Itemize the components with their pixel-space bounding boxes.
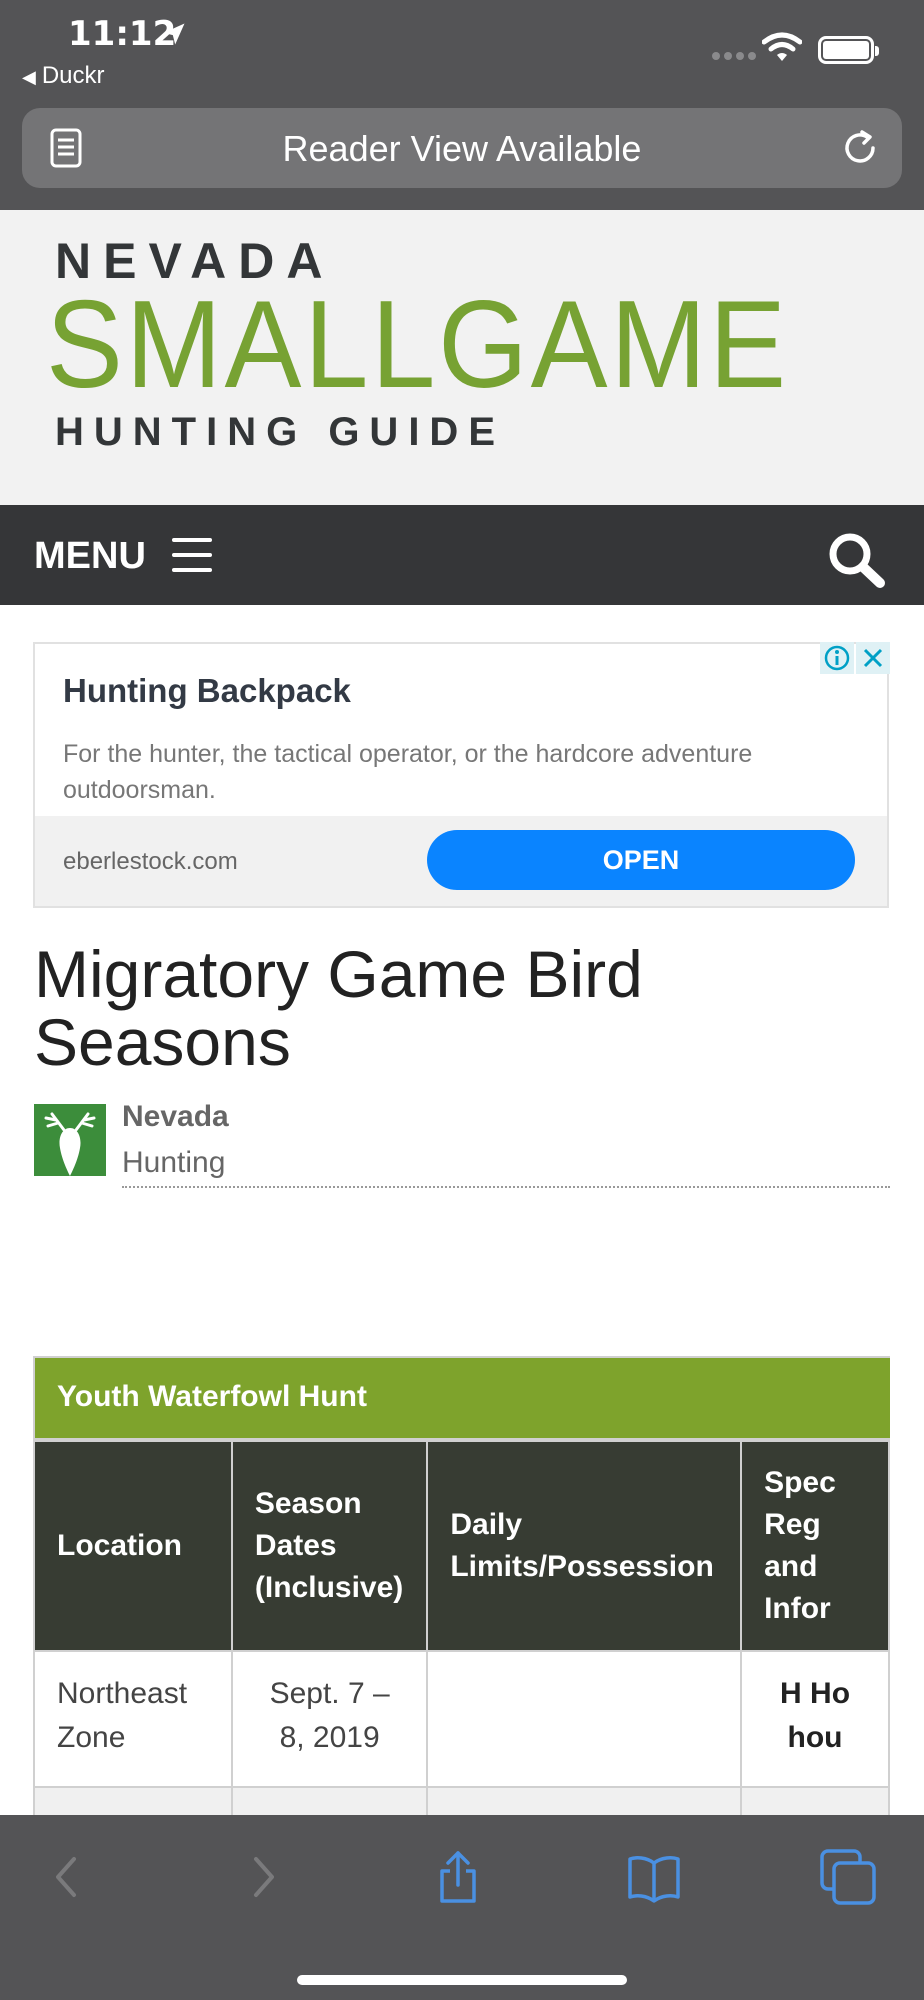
table-header-cell: Spec Reg and Infor <box>740 1440 890 1652</box>
site-nav-bar: MENU <box>0 505 924 605</box>
back-triangle-icon: ◀ <box>22 67 36 87</box>
author-name[interactable]: Nevada <box>122 1100 229 1134</box>
logo-hunting-guide-text: HUNTING GUIDE <box>55 410 505 454</box>
ad-card[interactable]: Hunting Backpack For the hunter, the tac… <box>33 642 889 908</box>
back-to-app-link[interactable]: ◀ Duckr <box>22 62 105 90</box>
table-row: Northeast Zone Sept. 7 – 8, 2019 H Ho ho… <box>33 1650 890 1788</box>
tabs-icon[interactable] <box>818 1847 878 1907</box>
table-cell: H Ho hou <box>740 1650 890 1788</box>
table-header-cell: Location <box>33 1440 233 1652</box>
ad-title[interactable]: Hunting Backpack <box>63 672 351 710</box>
table-header-cell: Daily Limits/Possession <box>426 1440 743 1652</box>
forward-arrow-icon[interactable] <box>232 1847 292 1907</box>
ad-open-button[interactable]: OPEN <box>427 830 855 890</box>
author-avatar[interactable] <box>34 1104 106 1176</box>
table-cell <box>426 1650 743 1788</box>
browser-toolbar <box>0 1815 924 2000</box>
ad-description: For the hunter, the tactical operator, o… <box>63 740 753 804</box>
bookmarks-icon[interactable] <box>624 1847 684 1907</box>
hamburger-icon[interactable] <box>172 538 212 574</box>
back-arrow-icon[interactable] <box>38 1847 98 1907</box>
table-header-cell: Season Dates (Inclusive) <box>230 1440 429 1652</box>
site-logo[interactable]: NEVADA SMALLGAME HUNTING GUIDE <box>0 210 924 505</box>
reload-icon[interactable] <box>840 128 880 168</box>
season-table-container[interactable]: Youth Waterfowl Hunt Location Season Dat… <box>33 1356 890 1816</box>
cellular-signal-icon <box>712 52 756 60</box>
location-arrow-icon <box>163 23 185 45</box>
search-icon[interactable] <box>824 529 888 589</box>
table-cell: Sept. 7 – 8, 2019 <box>230 1650 429 1788</box>
author-divider <box>122 1186 890 1188</box>
season-table: Location Season Dates (Inclusive) Daily … <box>33 1440 890 1816</box>
back-app-label: Duckr <box>41 62 105 89</box>
ad-info-icon[interactable] <box>820 642 854 674</box>
table-cell: Northeast Zone <box>33 1650 233 1788</box>
article-title: Migratory Game Bird Seasons <box>34 937 643 1079</box>
page: 11:12 ◀ Duckr Reader View Available NEVA… <box>0 0 924 2000</box>
ad-close-icon[interactable] <box>856 642 890 674</box>
logo-smallgame-text: SMALLGAME <box>46 276 789 414</box>
share-icon[interactable] <box>428 1847 488 1907</box>
ad-domain: eberlestock.com <box>63 848 238 875</box>
browser-top-chrome: 11:12 ◀ Duckr Reader View Available <box>0 0 924 210</box>
table-cell <box>426 1786 743 1816</box>
table-caption-text: Youth Waterfowl Hunt <box>57 1380 367 1413</box>
table-cell <box>230 1786 429 1816</box>
ad-footer: eberlestock.com OPEN <box>35 816 887 906</box>
table-cell <box>740 1786 890 1816</box>
table-cell <box>33 1786 233 1816</box>
address-bar-text: Reader View Available <box>282 128 642 169</box>
author-subtitle[interactable]: Hunting <box>122 1146 225 1180</box>
wifi-icon <box>762 32 802 61</box>
battery-icon <box>818 36 879 64</box>
home-indicator[interactable] <box>297 1975 627 1985</box>
table-caption: Youth Waterfowl Hunt <box>33 1356 890 1440</box>
address-bar[interactable]: Reader View Available <box>22 108 902 188</box>
menu-button[interactable]: MENU <box>34 535 146 578</box>
table-row <box>33 1786 890 1816</box>
